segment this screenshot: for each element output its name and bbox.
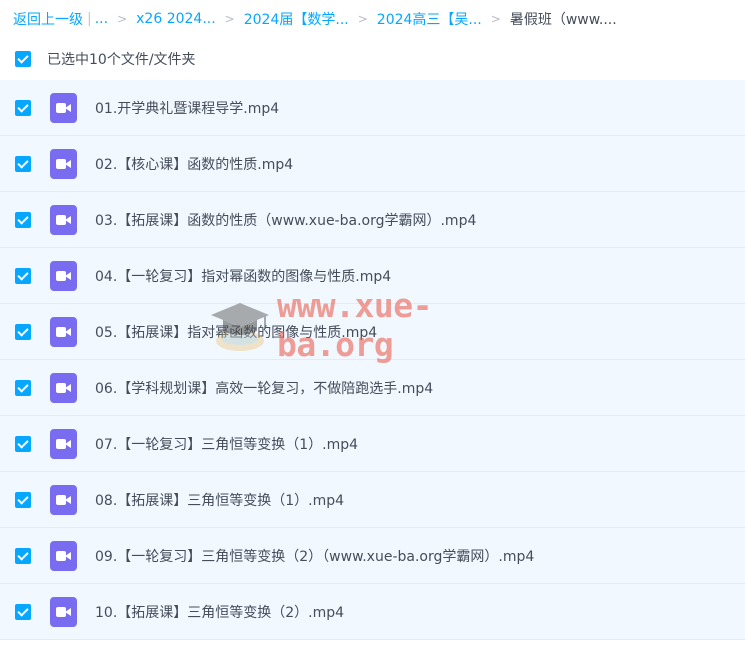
breadcrumb-item[interactable]: 2024高三【吴... (377, 9, 482, 29)
selection-header: 已选中10个文件/文件夹 (0, 38, 745, 80)
chevron-right-icon: > (490, 12, 501, 26)
breadcrumb: 返回上一级 | ... > x26 2024... > 2024届【数学... … (0, 0, 745, 38)
select-all-checkbox[interactable] (15, 51, 31, 67)
video-file-icon (50, 316, 77, 347)
video-file-icon (50, 484, 77, 515)
file-name[interactable]: 03.【拓展课】函数的性质（www.xue-ba.org学霸网）.mp4 (95, 210, 476, 230)
file-row[interactable]: 09.【一轮复习】三角恒等变换（2）（www.xue-ba.org学霸网）.mp… (0, 528, 745, 584)
chevron-right-icon: > (224, 12, 235, 26)
file-row[interactable]: 08.【拓展课】三角恒等变换（1）.mp4 (0, 472, 745, 528)
selection-count-label: 已选中10个文件/文件夹 (47, 52, 196, 68)
file-name[interactable]: 07.【一轮复习】三角恒等变换（1）.mp4 (95, 434, 358, 454)
file-name[interactable]: 01.开学典礼暨课程导学.mp4 (95, 98, 279, 118)
video-file-icon (50, 92, 77, 123)
breadcrumb-item[interactable]: 2024届【数学... (244, 9, 349, 29)
file-list: 01.开学典礼暨课程导学.mp4 02.【核心课】函数的性质.mp4 03.【拓… (0, 80, 745, 640)
file-checkbox[interactable] (15, 323, 31, 340)
video-file-icon (50, 260, 77, 291)
file-checkbox[interactable] (15, 379, 31, 396)
file-name[interactable]: 02.【核心课】函数的性质.mp4 (95, 154, 293, 174)
file-name[interactable]: 05.【拓展课】指对幂函数的图像与性质.mp4 (95, 322, 377, 342)
file-row[interactable]: 03.【拓展课】函数的性质（www.xue-ba.org学霸网）.mp4 (0, 192, 745, 248)
file-checkbox[interactable] (15, 211, 31, 228)
breadcrumb-current: 暑假班（www.... (509, 12, 617, 28)
breadcrumb-divider: | (87, 11, 92, 27)
file-checkbox[interactable] (15, 547, 31, 564)
video-file-icon (50, 372, 77, 403)
file-row[interactable]: 10.【拓展课】三角恒等变换（2）.mp4 (0, 584, 745, 640)
file-name[interactable]: 06.【学科规划课】高效一轮复习，不做陪跑选手.mp4 (95, 378, 433, 398)
video-file-icon (50, 204, 77, 235)
file-row[interactable]: 07.【一轮复习】三角恒等变换（1）.mp4 (0, 416, 745, 472)
file-checkbox[interactable] (15, 155, 31, 172)
file-row[interactable]: 06.【学科规划课】高效一轮复习，不做陪跑选手.mp4 (0, 360, 745, 416)
file-name[interactable]: 04.【一轮复习】指对幂函数的图像与性质.mp4 (95, 266, 391, 286)
file-checkbox[interactable] (15, 99, 31, 116)
video-file-icon (50, 428, 77, 459)
file-row[interactable]: 02.【核心课】函数的性质.mp4 (0, 136, 745, 192)
video-file-icon (50, 596, 77, 627)
breadcrumb-ellipsis[interactable]: ... (95, 11, 108, 27)
video-file-icon (50, 540, 77, 571)
breadcrumb-item[interactable]: x26 2024... (136, 11, 216, 27)
file-row[interactable]: 05.【拓展课】指对幂函数的图像与性质.mp4 (0, 304, 745, 360)
file-name[interactable]: 09.【一轮复习】三角恒等变换（2）（www.xue-ba.org学霸网）.mp… (95, 546, 534, 566)
file-checkbox[interactable] (15, 435, 31, 452)
file-checkbox[interactable] (15, 267, 31, 284)
file-row[interactable]: 04.【一轮复习】指对幂函数的图像与性质.mp4 (0, 248, 745, 304)
chevron-right-icon: > (357, 12, 368, 26)
file-name[interactable]: 10.【拓展课】三角恒等变换（2）.mp4 (95, 602, 344, 622)
chevron-right-icon: > (117, 12, 128, 26)
video-file-icon (50, 148, 77, 179)
file-name[interactable]: 08.【拓展课】三角恒等变换（1）.mp4 (95, 490, 344, 510)
file-checkbox[interactable] (15, 603, 31, 620)
breadcrumb-back-link[interactable]: 返回上一级 (13, 9, 83, 29)
file-checkbox[interactable] (15, 491, 31, 508)
file-row[interactable]: 01.开学典礼暨课程导学.mp4 (0, 80, 745, 136)
